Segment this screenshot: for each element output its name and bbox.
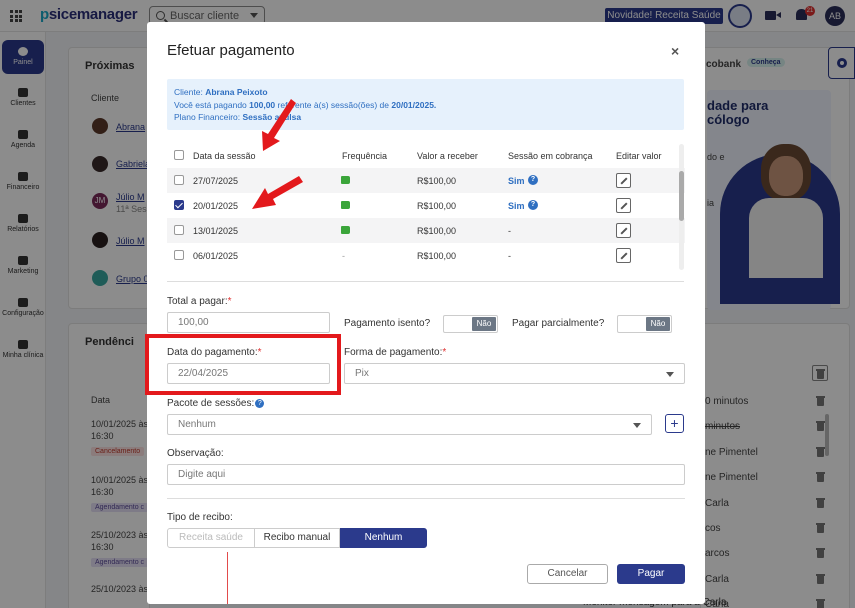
arrow-icon bbox=[252, 176, 303, 209]
annotation-arrows bbox=[252, 99, 303, 209]
arrow-icon bbox=[262, 99, 296, 151]
